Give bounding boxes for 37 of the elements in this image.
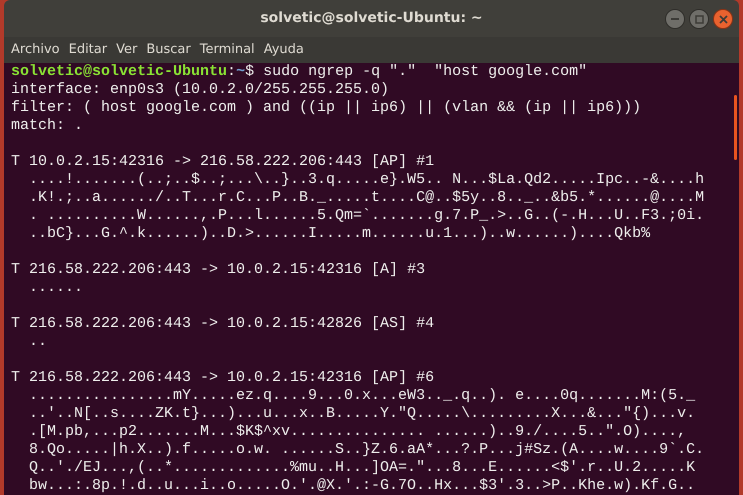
payload-line: ..bC}...G.^.k......)..D.>......I.....m......u.1...)..w......)....Qkb% [28,225,652,243]
close-button[interactable] [713,9,733,29]
menu-item[interactable]: Buscar [142,40,195,60]
window-title: solvetic@solvetic-Ubuntu: ~ [260,9,483,28]
payload-line: ................mY.....ez.q....9...0.x...eW3.._.q..). e....0q.......M:(5._ [28,387,696,405]
packet-header: T 10.0.2.15:42316 -> 216.58.222.206:443 [AP] #1 [11,153,436,171]
menu-item[interactable]: Editar [64,40,112,60]
menu-item[interactable]: Ver [112,40,142,60]
payload-line: 8.Qo.....|h.X..).f.....o.w. ......S..}Z.6.aA*...?.P...j#Sz.(A....w....9`.C. [28,441,706,459]
payload-line: . ..........W......,.P...l......5.Qm=`.......g.7.P_.>..G..(-.H...U..F3.;0i. [28,207,706,225]
prompt-path: ~ [236,63,246,81]
command-text: $ sudo ngrep -q "." "host google.com" [245,63,588,81]
output-line: match: . [11,117,84,135]
menu-item[interactable]: Ayuda [260,40,308,60]
payload-line: .K!.;..a....../..T...r.C...P..B._.....t....C@..$5y..8.._..&b5.*......@....M [28,189,706,207]
minimize-icon [671,18,679,20]
prompt-separator: : [227,63,236,81]
payload-line: Q..'./EJ...,(..*.............%mu..H...]OA=."...8...E......<$'.r..U.2.....K [28,459,696,477]
menu-item[interactable]: Archivo [7,40,64,60]
prompt-user: solvetic@solvetic-Ubuntu [11,63,228,81]
payload-line: .. [28,333,48,351]
output-line: interface: enp0s3 (10.0.2.0/255.255.255.0) [11,81,390,99]
menu-item[interactable]: Terminal [196,40,259,60]
packet-header: T 216.58.222.206:443 -> 10.0.2.15:42826 [AS] #4 [11,315,436,333]
payload-line: ....!.......(..;..$..;...\..}..3.q.....e}.W5.. N...$La.Qd2.....Ipc..-&....h [28,171,706,189]
scrollbar-thumb[interactable] [734,95,736,160]
close-icon [718,14,728,24]
payload-line: ...... [28,279,84,297]
packet-header: T 216.58.222.206:443 -> 10.0.2.15:42316 [A] #3 [11,261,426,279]
payload-line: bw...:.8p.!.d..u...i..o.....O.'.@X.'.:-G.7O..Hx...$3'.3..>P..Khe.w).Kf.G.. [28,477,696,495]
maximize-button[interactable] [689,9,709,29]
payload-line: ..'..N[..s....ZK.t}...)...u...x..B.....Y."Q.....\.........X...&..."{)...v. [28,405,696,423]
payload-line: .[M.pb,...p2.......M...$K$^xv............... ......)..9./....5..".O)...., [28,423,688,441]
maximize-icon [694,14,704,24]
output-line: filter: ( host google.com ) and ((ip || ip6) || (vlan && (ip || ip6))) [11,99,642,117]
packet-header: T 216.58.222.206:443 -> 10.0.2.15:42316 [AP] #6 [11,369,436,387]
minimize-button[interactable] [665,9,685,29]
